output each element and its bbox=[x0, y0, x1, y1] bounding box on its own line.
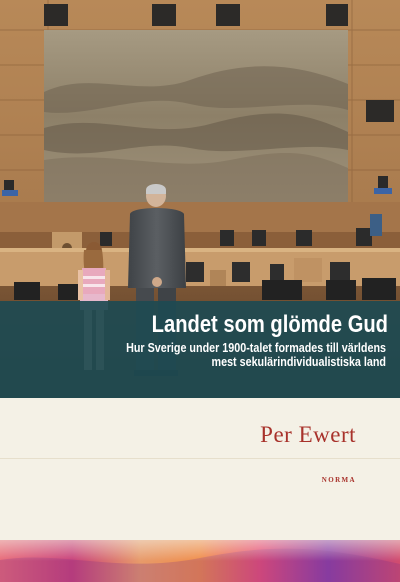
book-subtitle: Hur Sverige under 1900-talet formades ti… bbox=[59, 341, 386, 369]
watercolor-strip bbox=[0, 540, 400, 582]
divider-line bbox=[0, 458, 400, 459]
lower-panel bbox=[0, 398, 400, 540]
author-name: Per Ewert bbox=[260, 422, 356, 447]
subtitle-line-1: Hur Sverige under 1900-talet formades ti… bbox=[126, 341, 387, 355]
subtitle-line-2: mest sekulärindividualistiska land bbox=[211, 355, 386, 369]
book-title: Landet som glömde Gud bbox=[151, 311, 388, 338]
publisher-name: NORMA bbox=[321, 476, 356, 484]
book-cover: Landet som glömde Gud Hur Sverige under … bbox=[0, 0, 400, 582]
